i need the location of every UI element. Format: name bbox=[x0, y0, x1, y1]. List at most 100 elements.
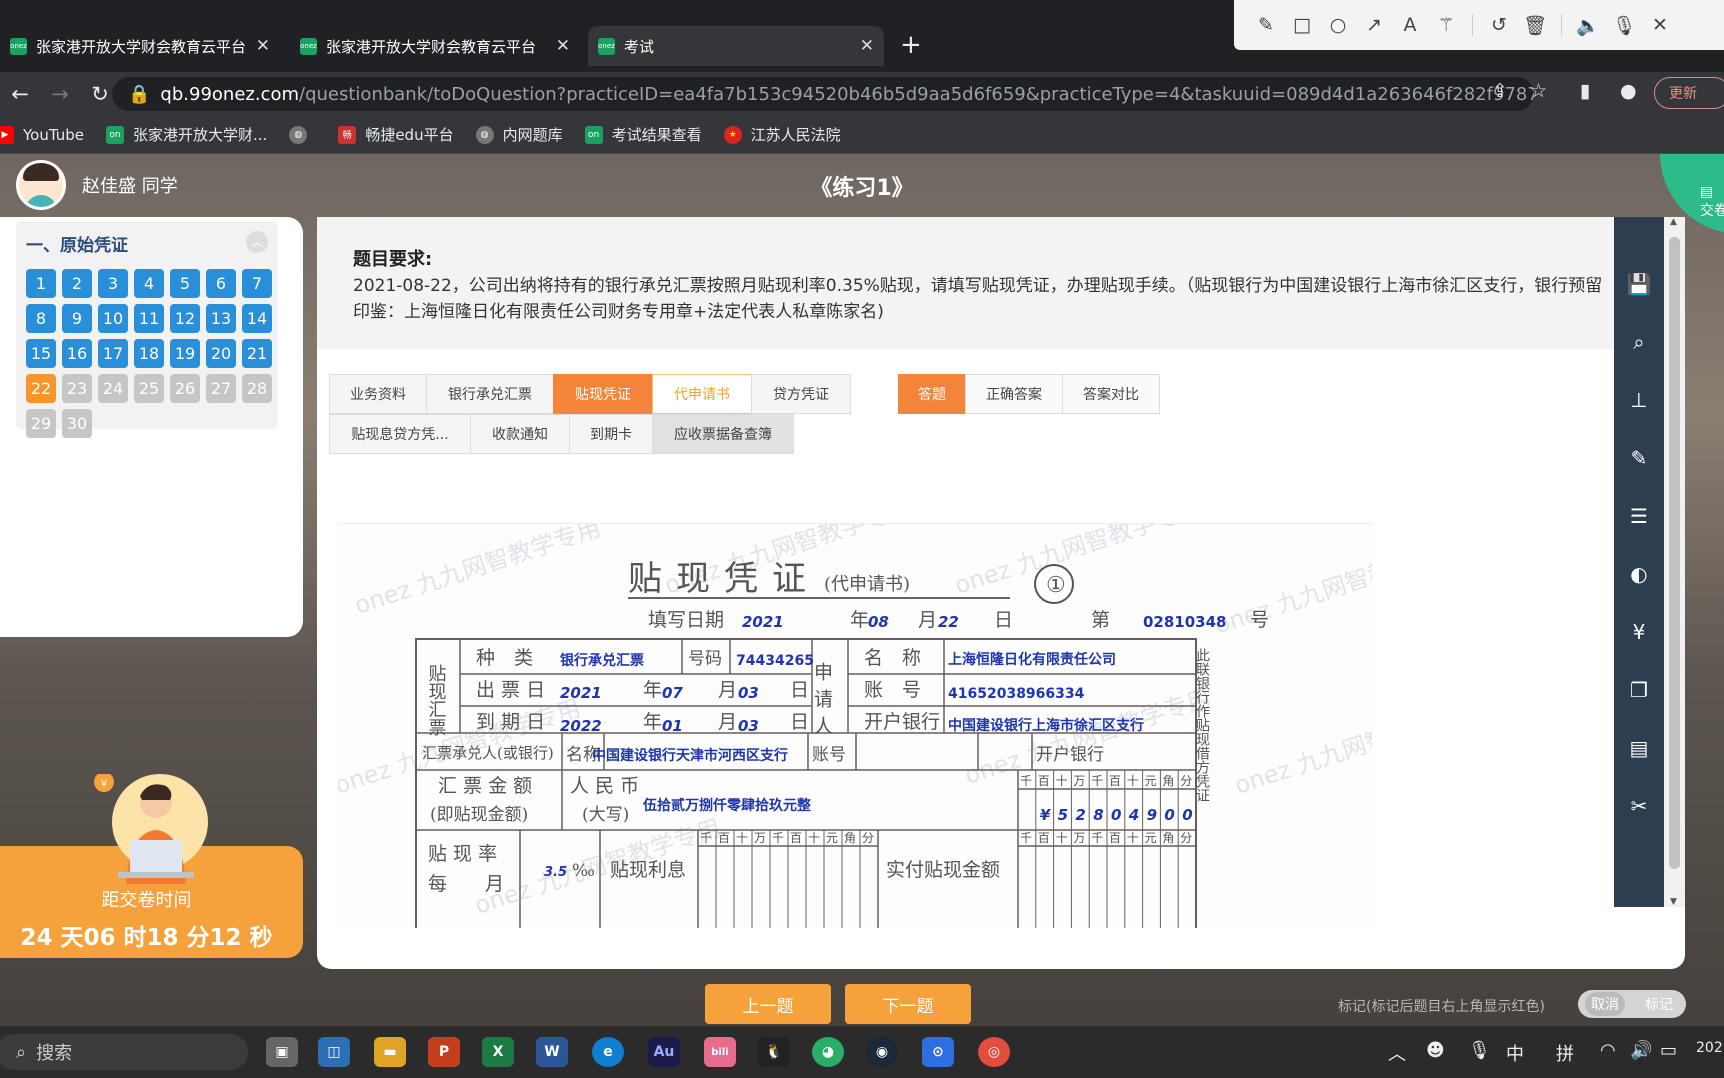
trash-icon[interactable]: 🗑 bbox=[1517, 14, 1553, 37]
bookmark-item[interactable]: 畅畅捷edu平台 bbox=[338, 124, 454, 145]
question-number[interactable]: 12 bbox=[170, 304, 200, 333]
question-number[interactable]: 11 bbox=[134, 304, 164, 333]
tab-notes-receivable-register[interactable]: 应收票据备查簿 bbox=[652, 414, 794, 454]
question-number[interactable]: 16 bbox=[62, 339, 92, 368]
question-number[interactable]: 2 bbox=[62, 269, 92, 298]
steam-icon[interactable]: ◉ bbox=[866, 1037, 898, 1067]
question-number[interactable]: 14 bbox=[242, 304, 272, 333]
question-number[interactable]: 8 bbox=[26, 304, 56, 333]
arrow-icon[interactable]: ↗ bbox=[1356, 14, 1392, 36]
tab-answer-compare[interactable]: 答案对比 bbox=[1062, 374, 1160, 414]
share-icon[interactable]: ⇪ bbox=[1492, 80, 1508, 102]
question-number[interactable]: 20 bbox=[206, 339, 236, 368]
question-number[interactable]: 10 bbox=[98, 304, 128, 333]
speaker-icon[interactable]: 🔈 bbox=[1570, 14, 1606, 37]
prev-question-button[interactable]: 上一题 bbox=[705, 984, 831, 1024]
tab-interest-credit-voucher[interactable]: 贴现息贷方凭... bbox=[329, 414, 471, 454]
star-icon[interactable]: ☆ bbox=[1530, 80, 1547, 102]
bookmark-item[interactable]: ★ 江苏人民法院 bbox=[723, 124, 841, 145]
question-number[interactable]: 25 bbox=[134, 374, 164, 403]
bookmark-item[interactable]: ◍ 内网题库 bbox=[475, 124, 563, 145]
question-number[interactable]: 22 bbox=[26, 374, 56, 403]
tab-credit-voucher[interactable]: 贷方凭证 bbox=[751, 374, 851, 414]
toggle-icon[interactable]: ◐ bbox=[1614, 545, 1664, 603]
tab-answer[interactable]: 答题 bbox=[898, 374, 966, 414]
chrome-icon[interactable]: ◎ bbox=[978, 1037, 1010, 1067]
undo-icon[interactable]: ↺ bbox=[1481, 14, 1517, 36]
yen-icon[interactable]: ¥ bbox=[1614, 603, 1664, 661]
task-view-icon[interactable]: ▣ bbox=[266, 1037, 298, 1067]
bookmark-item[interactable]: ◍ bbox=[289, 125, 316, 144]
profile-icon[interactable]: ● bbox=[1620, 80, 1637, 102]
stamp-icon[interactable]: ⊥ bbox=[1614, 371, 1664, 429]
qq-icon[interactable]: 🐧 bbox=[758, 1037, 790, 1067]
ime-mode[interactable]: 中 bbox=[1506, 1040, 1524, 1066]
question-number[interactable]: 26 bbox=[170, 374, 200, 403]
sidepanel-icon[interactable]: ▮ bbox=[1580, 80, 1590, 102]
powerpoint-icon[interactable]: P bbox=[428, 1037, 460, 1067]
microphone-icon[interactable]: 🎙 bbox=[1468, 1040, 1491, 1061]
new-tab-icon[interactable]: + bbox=[900, 30, 922, 60]
tab-application[interactable]: 代申请书 bbox=[652, 374, 752, 414]
chevron-up-icon[interactable]: ︿ bbox=[246, 231, 268, 253]
chevron-up-icon[interactable]: ︿ bbox=[1388, 1040, 1406, 1066]
tab-discount-voucher[interactable]: 贴现凭证 bbox=[553, 374, 653, 414]
question-number[interactable]: 27 bbox=[206, 374, 236, 403]
tab-bank-acceptance-bill[interactable]: 银行承兑汇票 bbox=[426, 374, 554, 414]
update-button[interactable]: 更新 bbox=[1654, 77, 1724, 109]
scrollbar[interactable]: ▲ ▼ bbox=[1664, 217, 1685, 907]
microphone-icon[interactable]: 🎙 bbox=[1606, 14, 1642, 37]
question-number[interactable]: 1 bbox=[26, 269, 56, 298]
tools-icon[interactable]: ✂ bbox=[1614, 777, 1664, 835]
bookmark-item[interactable]: on 考试结果查看 bbox=[584, 124, 702, 145]
wechat-icon[interactable]: ◕ bbox=[812, 1037, 844, 1067]
wifi-icon[interactable]: ◠ bbox=[1600, 1040, 1616, 1061]
edge-icon[interactable]: e bbox=[592, 1037, 624, 1067]
taskbar-search[interactable]: ⌕ 搜索 bbox=[0, 1034, 248, 1070]
question-number[interactable]: 23 bbox=[62, 374, 92, 403]
question-number[interactable]: 5 bbox=[170, 269, 200, 298]
question-number[interactable]: 28 bbox=[242, 374, 272, 403]
ime-pinyin[interactable]: 拼 bbox=[1556, 1040, 1574, 1066]
address-bar[interactable]: 🔒 qb.99onez.com /questionbank/toDoQuesti… bbox=[112, 77, 1534, 111]
clock[interactable]: 202 bbox=[1696, 1040, 1723, 1056]
scroll-thumb[interactable] bbox=[1669, 237, 1680, 869]
bilibili-icon[interactable]: bili bbox=[704, 1037, 736, 1067]
app-tray-icon[interactable]: ☻ bbox=[1426, 1040, 1445, 1061]
close-icon[interactable]: ✕ bbox=[1642, 14, 1678, 36]
question-number[interactable]: 3 bbox=[98, 269, 128, 298]
scroll-down-icon[interactable]: ▼ bbox=[1670, 897, 1677, 907]
back-icon[interactable]: ← bbox=[0, 82, 40, 106]
cancel-mark-button[interactable]: 取消 bbox=[1585, 992, 1625, 1016]
audition-icon[interactable]: Au bbox=[648, 1037, 680, 1067]
scroll-up-icon[interactable]: ▲ bbox=[1670, 217, 1677, 227]
question-number[interactable]: 13 bbox=[206, 304, 236, 333]
question-number[interactable]: 7 bbox=[242, 269, 272, 298]
question-number[interactable]: 4 bbox=[134, 269, 164, 298]
question-number[interactable]: 9 bbox=[62, 304, 92, 333]
forward-icon[interactable]: → bbox=[40, 82, 80, 106]
copy-icon[interactable]: ❐ bbox=[1614, 661, 1664, 719]
text-icon[interactable]: A bbox=[1392, 14, 1428, 36]
ledger-icon[interactable]: ▤ bbox=[1614, 719, 1664, 777]
tab-correct-answer[interactable]: 正确答案 bbox=[965, 374, 1063, 414]
bookmark-youtube[interactable]: ▶ YouTube bbox=[0, 125, 84, 144]
save-icon[interactable]: 💾 bbox=[1614, 255, 1664, 313]
browser-tab-active[interactable]: onez 考试 ✕ bbox=[588, 26, 884, 66]
question-number[interactable]: 24 bbox=[98, 374, 128, 403]
pencil-icon[interactable]: ✎ bbox=[1248, 14, 1284, 36]
close-icon[interactable]: ✕ bbox=[860, 36, 874, 56]
battery-icon[interactable]: ▭ bbox=[1660, 1040, 1677, 1061]
remote-app-icon[interactable]: ◫ bbox=[318, 1037, 350, 1067]
browser-tab[interactable]: onez 张家港开放大学财会教育云平台 ✕ bbox=[0, 26, 280, 66]
mark-toggle[interactable]: 取消 标记 bbox=[1578, 990, 1686, 1018]
question-number[interactable]: 18 bbox=[134, 339, 164, 368]
excel-icon[interactable]: X bbox=[482, 1037, 514, 1067]
magic-wand-icon[interactable]: ⚚ bbox=[1428, 14, 1464, 36]
file-explorer-icon[interactable]: ▬ bbox=[374, 1037, 406, 1067]
close-icon[interactable]: ✕ bbox=[256, 36, 270, 56]
capture-icon[interactable]: ⊙ bbox=[922, 1037, 954, 1067]
close-icon[interactable]: ✕ bbox=[556, 36, 570, 56]
tab-maturity-card[interactable]: 到期卡 bbox=[569, 414, 653, 454]
question-number[interactable]: 17 bbox=[98, 339, 128, 368]
